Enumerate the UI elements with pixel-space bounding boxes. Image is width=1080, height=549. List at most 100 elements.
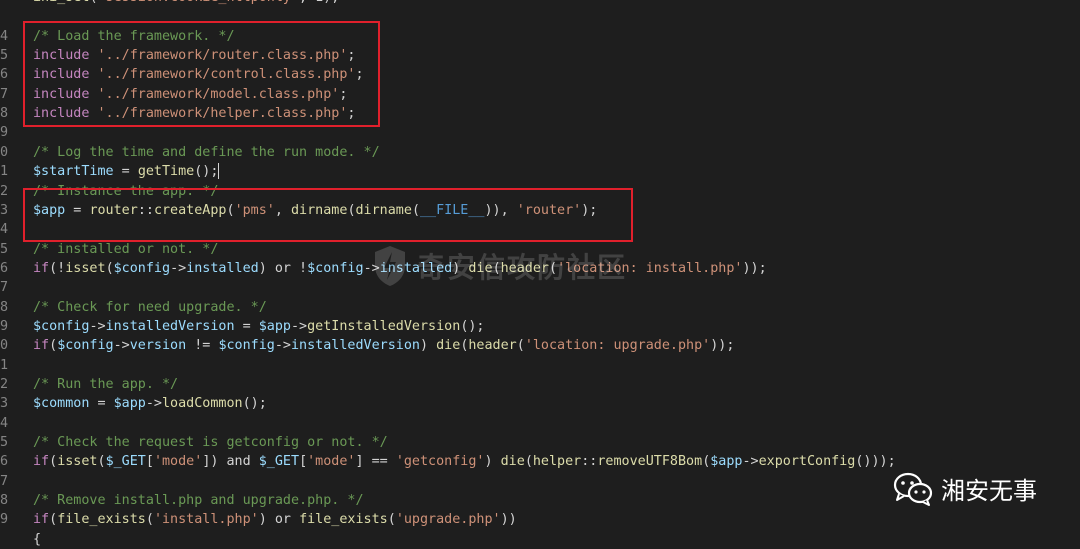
code-text: include '../framework/helper.class.php'; xyxy=(33,104,355,123)
code-token: '../framework/router.class.php' xyxy=(97,48,348,64)
code-token: include xyxy=(33,67,90,83)
code-token: die xyxy=(436,338,461,354)
line-number: 6 xyxy=(0,454,9,470)
code-token: 'getconfig' xyxy=(395,454,485,470)
code-token: ( xyxy=(145,512,154,528)
code-token: -> xyxy=(170,260,187,276)
code-token: $app xyxy=(258,318,291,334)
code-text: /* Load the framework. */ xyxy=(33,27,235,46)
line-number: 4 xyxy=(0,28,9,44)
line-number: 9 xyxy=(0,512,9,528)
line-number: 7 xyxy=(0,86,9,102)
code-token: if xyxy=(33,338,50,354)
code-token: if xyxy=(33,512,50,528)
code-token: $_GET xyxy=(258,454,300,470)
code-token: '../framework/helper.class.php' xyxy=(97,106,348,122)
code-token: /* Run the app. */ xyxy=(33,377,179,392)
code-token: 'mode' xyxy=(153,454,203,470)
code-token: include xyxy=(33,48,90,64)
code-token: = xyxy=(89,396,114,412)
wechat-icon xyxy=(893,472,933,506)
code-token: $app xyxy=(33,202,66,218)
code-token: /* Check for need upgrade. */ xyxy=(33,299,267,315)
code-token: $app xyxy=(113,396,146,412)
code-token: -> xyxy=(145,396,162,412)
code-token: ] == xyxy=(355,454,396,470)
code-token: if xyxy=(33,454,50,470)
line-number: 9 xyxy=(0,318,9,334)
code-token: (! xyxy=(49,260,66,276)
code-text: /* Log the time and define the run mode.… xyxy=(33,143,380,162)
code-text: if($config->version != $config->installe… xyxy=(33,336,734,355)
code-token: $_GET xyxy=(105,454,146,470)
code-token: '../framework/model.class.php' xyxy=(97,86,340,102)
code-token: /* Remove install.php and upgrade.php. *… xyxy=(33,493,364,509)
code-token: , xyxy=(274,202,291,218)
code-token: /* Log the time and define the run mode.… xyxy=(33,144,380,160)
code-token: ; xyxy=(355,67,364,83)
watermark-text: 奇安信攻防社区 xyxy=(417,251,628,284)
code-token: -> xyxy=(89,318,106,334)
code-token: ini_set xyxy=(33,0,89,5)
code-text: include '../framework/model.class.php'; xyxy=(33,85,347,104)
code-token: 'pms' xyxy=(234,202,275,218)
line-number: 5 xyxy=(0,435,9,451)
code-token: 'session.cookie_httponly' xyxy=(98,0,300,5)
shield-logo-icon xyxy=(375,246,405,286)
code-token: $config xyxy=(113,260,171,276)
line-number: 7 xyxy=(0,473,9,489)
code-token: )); xyxy=(710,338,735,354)
code-token: die xyxy=(500,454,525,470)
code-token: installedVersion xyxy=(291,338,420,354)
code-token: (); xyxy=(194,164,219,180)
code-token: :: xyxy=(581,454,598,470)
code-token: )); xyxy=(742,260,767,276)
code-token: )), xyxy=(484,202,517,218)
code-token: ( xyxy=(347,202,356,218)
line-number: 5 xyxy=(0,48,9,64)
code-token: installedVersion xyxy=(105,318,235,334)
code-token: exportConfig xyxy=(758,454,856,470)
code-token: ; xyxy=(347,48,356,64)
code-text: /* Check for need upgrade. */ xyxy=(33,298,267,317)
line-number: 1 xyxy=(0,164,9,180)
code-text: ini_set('session.cookie_httponly', 1); xyxy=(33,0,339,7)
code-token: getTime xyxy=(137,164,195,180)
code-token: getInstalledVersion xyxy=(307,318,461,334)
code-token: version xyxy=(129,338,187,354)
line-number: 4 xyxy=(0,222,9,238)
code-token: ) or ! xyxy=(258,260,308,276)
code-token: ]) and xyxy=(202,454,259,470)
code-text: /* installed or not. */ xyxy=(33,240,218,259)
code-token: /* Check the request is getconfig or not… xyxy=(33,435,388,451)
code-token: dirname xyxy=(291,202,348,218)
watermark: 奇安信攻防社区 xyxy=(373,244,627,288)
line-number: 0 xyxy=(0,144,9,160)
code-token: 'mode' xyxy=(307,454,356,470)
line-number: 4 xyxy=(0,415,9,431)
code-token: ( xyxy=(516,338,525,354)
text-cursor xyxy=(218,163,220,180)
code-token: -> xyxy=(291,318,308,334)
code-token: router xyxy=(89,202,138,218)
code-text: $config->installedVersion = $app->getIns… xyxy=(33,317,485,336)
code-token: ( xyxy=(49,512,58,528)
code-token: $config xyxy=(57,338,114,354)
code-token: header xyxy=(468,338,517,354)
code-token: $startTime xyxy=(33,164,114,180)
line-number: 0 xyxy=(0,338,9,354)
code-token: 'location: upgrade.php' xyxy=(524,338,711,354)
brand-name: 湘安无事 xyxy=(941,477,1037,505)
code-token: ) or xyxy=(258,512,300,528)
code-token: removeUTF8Bom xyxy=(597,454,703,470)
code-token: { xyxy=(33,531,42,547)
code-token: ( xyxy=(387,512,396,528)
code-text: /* Instance the app. */ xyxy=(33,182,218,201)
code-token: if xyxy=(33,260,50,276)
code-token: $config xyxy=(218,338,275,354)
code-token: ( xyxy=(49,454,58,470)
code-token: '../framework/control.class.php' xyxy=(97,67,356,83)
